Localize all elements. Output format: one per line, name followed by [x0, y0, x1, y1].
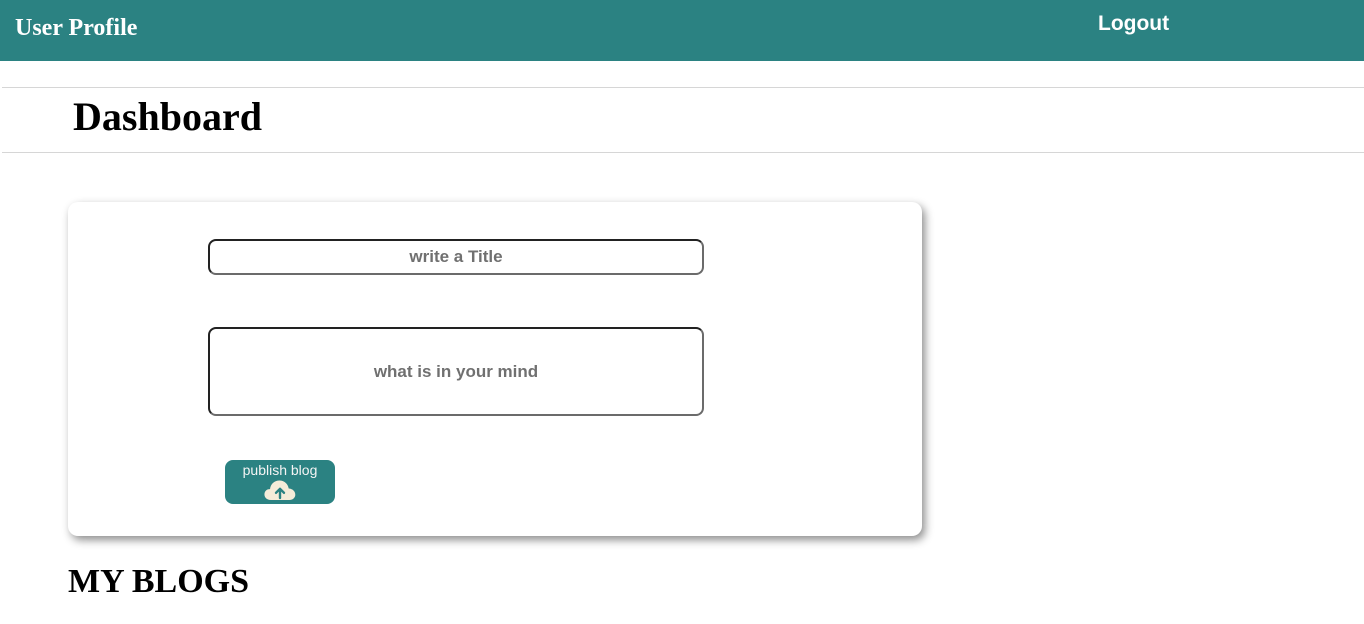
content-placeholder: what is in your mind	[373, 361, 539, 381]
divider-bottom	[2, 152, 1364, 153]
title-placeholder: write a Title	[409, 247, 503, 266]
publish-blog-button[interactable]: publish blog	[225, 460, 335, 504]
my-blogs-heading: MY BLOGS	[68, 563, 250, 600]
blog-composer-card: write a Title what is in your mind publi…	[68, 202, 922, 536]
top-navbar: User Profile Logout	[0, 0, 1364, 61]
title-input[interactable]: write a Title	[208, 239, 704, 275]
content-textarea[interactable]: what is in your mind	[208, 327, 704, 416]
page-title: Dashboard	[73, 94, 262, 139]
cloud-upload-icon	[264, 480, 296, 500]
publish-label: publish blog	[242, 462, 318, 478]
divider-top	[2, 87, 1364, 88]
logout-link[interactable]: Logout	[1098, 11, 1169, 37]
brand-title[interactable]: User Profile	[15, 14, 137, 42]
